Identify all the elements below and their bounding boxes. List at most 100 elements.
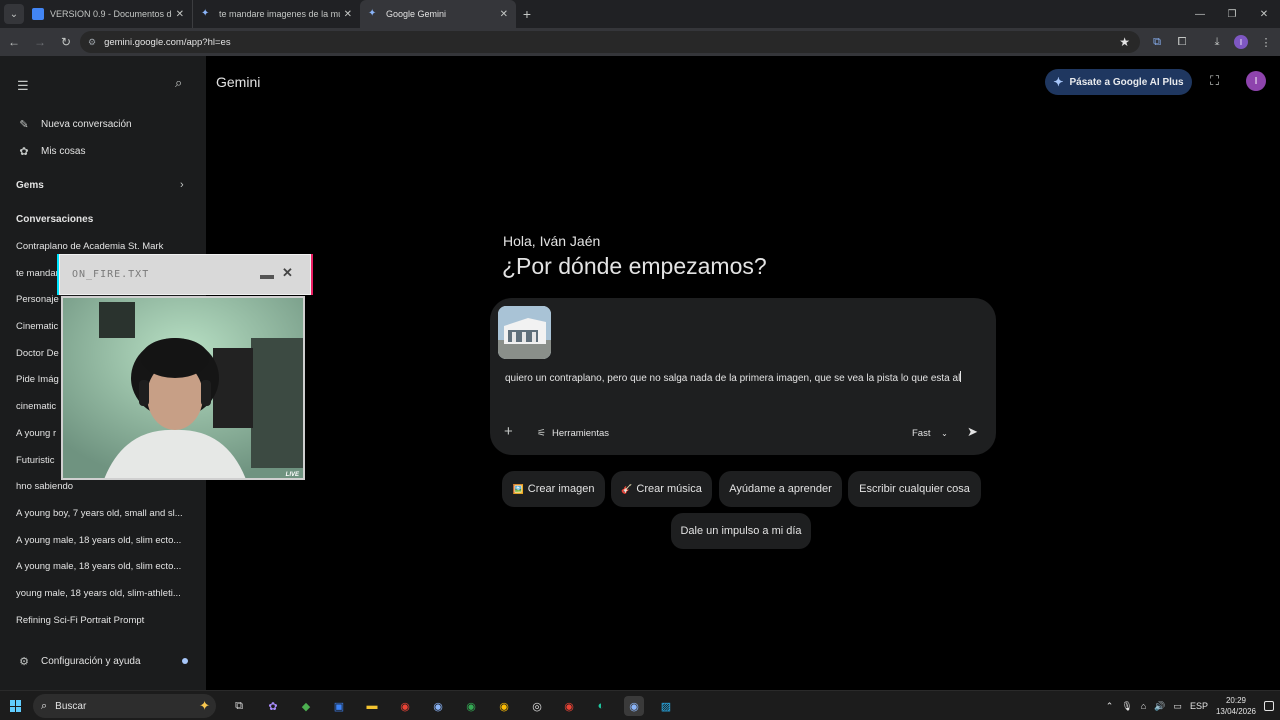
stuff-icon: ✿ (19, 146, 29, 158)
tab-gemini-chat[interactable]: ✦ te mandare imagenes de la mu ✕ (192, 0, 360, 28)
tab-google-gemini[interactable]: ✦ Google Gemini ✕ (360, 0, 516, 28)
chip-write-anything[interactable]: Escribir cualquier cosa (848, 471, 981, 507)
search-icon[interactable]: ⌕ (175, 75, 182, 91)
prompt-text: quiero un contraplano, pero que no salga… (505, 373, 961, 384)
tab-documentos[interactable]: VERSION 0.9 - Documentos de ✕ (24, 0, 192, 28)
chip-create-image[interactable]: 🖼️ Crear imagen (502, 471, 605, 507)
task-view-icon[interactable]: ⧉ (229, 696, 249, 716)
conversation-item[interactable]: young male, 18 years old, slim-athleti..… (16, 587, 188, 614)
clock[interactable]: 20:29 13/04/2026 (1216, 695, 1256, 717)
folder-icon[interactable]: ▬ (362, 696, 382, 716)
new-tab-button[interactable]: + (516, 6, 538, 22)
building-photo (498, 306, 551, 359)
browser-tab-strip: ⌄ VERSION 0.9 - Documentos de ✕ ✦ te man… (0, 0, 1280, 28)
extensions-icon[interactable]: ⧠ (1170, 28, 1194, 56)
edge-icon[interactable]: ◐ (591, 696, 611, 716)
menu-icon[interactable]: ☰ (17, 78, 29, 94)
tools-button[interactable]: ⚟ Herramientas (537, 428, 609, 439)
chip-boost-day[interactable]: Dale un impulso a mi día (671, 513, 811, 549)
add-attachment-button[interactable]: + (504, 423, 513, 440)
taskbar: ⌕ Buscar ✦ ⧉ ✿ ◆ ▣ ▬ ◉ ◉ ◉ ◉ ◎ ◉ ◐ ◉ ▨ ⌃… (0, 690, 1280, 720)
browser-menu-icon[interactable]: ⋮ (1254, 28, 1278, 56)
back-button[interactable]: ← (2, 30, 26, 54)
prompt-input[interactable]: quiero un contraplano, pero que no salga… (505, 371, 975, 387)
greeting: Hola, Iván Jaén (503, 233, 601, 249)
attached-image-thumbnail[interactable] (498, 306, 551, 359)
notification-dot (182, 658, 188, 664)
chip-label: Crear imagen (527, 483, 595, 495)
chrome-profile-icon[interactable]: ◉ (461, 696, 481, 716)
chip-label: Crear música (636, 483, 702, 495)
new-chat-button[interactable]: ✎ Nueva conversación (16, 118, 131, 131)
chrome-profile-icon[interactable]: ◉ (559, 696, 579, 716)
chrome-active-icon[interactable]: ◉ (624, 696, 644, 716)
chevron-down-icon: ⌄ (941, 429, 948, 438)
tab-search-button[interactable]: ⌄ (4, 4, 24, 24)
conversation-item[interactable]: A young male, 18 years old, slim ecto... (16, 560, 188, 587)
send-button[interactable]: ➤ (967, 424, 978, 440)
model-selector[interactable]: Fast ⌄ (912, 428, 948, 439)
close-icon[interactable]: ✕ (176, 9, 184, 20)
restore-button[interactable]: ❐ (1216, 0, 1248, 28)
chrome-profile-icon[interactable]: ◉ (428, 696, 448, 716)
microphone-icon[interactable]: 🎙 (1121, 701, 1132, 712)
forward-button[interactable]: → (28, 30, 52, 54)
sparkle-icon: ✦ (1053, 75, 1064, 89)
download-icon[interactable]: ⤓ (1205, 28, 1229, 56)
my-stuff-button[interactable]: ✿ Mis cosas (16, 145, 85, 158)
upgrade-button[interactable]: ✦ Pásate a Google AI Plus (1045, 69, 1192, 95)
webcam-titlebar[interactable]: ON_FIRE.TXT ✕ (59, 254, 311, 295)
volume-icon[interactable]: 🔊 (1154, 701, 1165, 712)
webcam-overlay[interactable]: ON_FIRE.TXT ✕ LIVE (57, 252, 323, 495)
tools-label: Herramientas (551, 428, 609, 439)
settings-button[interactable]: ⚙ Configuración y ayuda (16, 655, 140, 668)
search-placeholder: Buscar (55, 700, 87, 712)
paint-icon[interactable]: ▨ (656, 696, 676, 716)
site-info-icon[interactable]: ⚙ (88, 37, 96, 48)
app-icon[interactable]: ◎ (527, 696, 547, 716)
chrome-profile-icon[interactable]: ◉ (494, 696, 514, 716)
webcam-title: ON_FIRE.TXT (72, 269, 150, 280)
profile-button[interactable]: I (1229, 28, 1253, 56)
address-bar[interactable]: ⚙ gemini.google.com/app?hl=es ★ (80, 31, 1140, 53)
minimize-button[interactable]: — (1184, 0, 1216, 28)
conversation-item[interactable]: Refining Sci-Fi Portrait Prompt (16, 614, 188, 641)
app-title[interactable]: Gemini (216, 74, 260, 90)
close-icon[interactable]: ✕ (500, 9, 508, 20)
store-icon[interactable]: ▣ (329, 696, 349, 716)
battery-icon[interactable]: ▭ (1173, 701, 1182, 712)
start-button[interactable] (10, 700, 22, 712)
translate-icon[interactable]: ⧉ (1145, 28, 1169, 56)
chip-create-music[interactable]: 🎸 Crear música (611, 471, 712, 507)
bookmark-star-icon[interactable]: ★ (1119, 35, 1130, 49)
language-indicator[interactable]: ESP (1190, 701, 1208, 711)
chrome-icon[interactable]: ◉ (395, 696, 415, 716)
text-cursor (960, 371, 962, 382)
taskbar-search[interactable]: ⌕ Buscar ✦ (33, 694, 216, 718)
chip-label: Escribir cualquier cosa (859, 483, 970, 495)
close-icon[interactable]: ✕ (344, 9, 352, 20)
reload-button[interactable]: ↻ (54, 30, 78, 54)
app-icon[interactable]: ◆ (296, 696, 316, 716)
copilot-icon[interactable]: ✿ (263, 696, 283, 716)
sparkle-icon: ✦ (199, 698, 210, 713)
conversation-item[interactable]: A young boy, 7 years old, small and sl..… (16, 507, 188, 534)
window-controls: — ❐ ✕ (1184, 0, 1280, 28)
conversation-item[interactable]: A young male, 18 years old, slim ecto... (16, 534, 188, 561)
canvas-icon[interactable]: ⛶ (1210, 73, 1219, 89)
chevron-up-icon[interactable]: ⌃ (1106, 701, 1114, 712)
tab-title: te mandare imagenes de la mu (219, 9, 340, 19)
gems-header[interactable]: Gems (16, 180, 44, 191)
chip-help-learn[interactable]: Ayúdame a aprender (719, 471, 842, 507)
gemini-icon: ✦ (201, 8, 210, 19)
notification-icon[interactable] (1264, 701, 1274, 711)
avatar[interactable]: I (1246, 71, 1266, 91)
chip-label: Dale un impulso a mi día (680, 525, 802, 537)
edit-icon: ✎ (19, 119, 29, 131)
chevron-right-icon[interactable]: › (180, 179, 184, 191)
live-badge: LIVE (285, 472, 299, 478)
tools-icon: ⚟ (537, 428, 546, 439)
close-window-button[interactable]: ✕ (1248, 0, 1280, 28)
headline: ¿Por dónde empezamos? (502, 253, 767, 279)
network-icon[interactable]: ⌂ (1141, 701, 1146, 711)
